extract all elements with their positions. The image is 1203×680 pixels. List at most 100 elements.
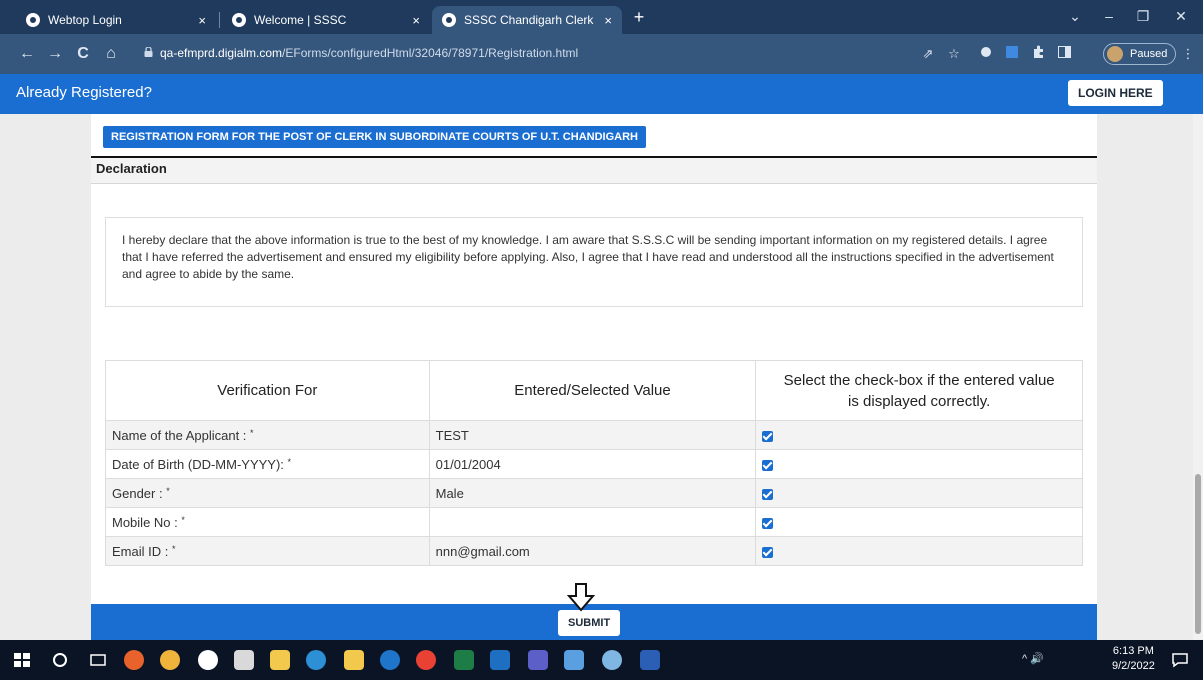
verify-checkbox[interactable] — [762, 459, 774, 471]
tab-title: Webtop Login — [48, 13, 122, 27]
minimize-button[interactable]: – — [1094, 4, 1124, 28]
verify-checkbox[interactable] — [762, 430, 774, 442]
field-label: Mobile No : — [112, 514, 178, 530]
scrollbar-thumb[interactable] — [1195, 474, 1201, 634]
browser-tab-strip: Webtop Login × Welcome | SSSC × SSSC Cha… — [0, 0, 1203, 34]
people-app-icon[interactable] — [160, 650, 180, 670]
side-panel-icon[interactable] — [1054, 45, 1074, 63]
required-marker: * — [166, 485, 170, 496]
verify-checkbox[interactable] — [762, 517, 774, 529]
close-tab-icon[interactable]: × — [198, 13, 206, 28]
paint-icon[interactable] — [602, 650, 622, 670]
row-checkbox-cell — [755, 478, 1083, 508]
required-marker: * — [287, 456, 292, 467]
browser-icon[interactable] — [198, 650, 218, 670]
verify-checkbox[interactable] — [762, 546, 774, 558]
teams-icon[interactable] — [528, 650, 548, 670]
word-icon[interactable] — [640, 650, 660, 670]
required-marker: * — [250, 427, 254, 438]
row-value: Male — [428, 478, 757, 508]
table-row: Mobile No : * — [105, 507, 1083, 537]
excel-icon[interactable] — [454, 650, 474, 670]
app-icon[interactable] — [306, 650, 326, 670]
row-value: 01/01/2004 — [428, 449, 757, 479]
row-label: Email ID : * — [105, 536, 430, 566]
field-label: Gender : — [112, 485, 163, 501]
profile-status: Paused — [1130, 48, 1168, 60]
menu-icon[interactable]: ⋮ — [1178, 45, 1198, 63]
verification-table: Verification For Entered/Selected Value … — [105, 360, 1083, 566]
url-field[interactable]: qa-efmprd.digialm.com/EForms/configuredH… — [160, 46, 578, 60]
row-label: Date of Birth (DD-MM-YYYY): * — [105, 449, 430, 479]
home-button[interactable]: ⌂ — [100, 43, 122, 65]
clock-time: 6:13 PM — [1112, 645, 1154, 657]
row-checkbox-cell — [755, 420, 1083, 450]
tab-webtop-login[interactable]: Webtop Login × — [16, 6, 216, 34]
table-row: Gender : * Male — [105, 478, 1083, 508]
login-here-button[interactable]: LOGIN HERE — [1068, 80, 1163, 106]
tab-welcome-sssc[interactable]: Welcome | SSSC × — [222, 6, 430, 34]
column-header: Verification For — [105, 360, 430, 421]
section-header: Declaration — [91, 156, 1097, 184]
firefox-icon[interactable] — [124, 650, 144, 670]
tab-search-icon[interactable]: ⌄ — [1060, 4, 1090, 28]
globe-icon — [26, 13, 40, 27]
forward-button[interactable]: → — [44, 43, 66, 65]
globe-icon — [442, 13, 456, 27]
edge-legacy-icon[interactable] — [380, 650, 400, 670]
column-header: Entered/Selected Value — [428, 360, 757, 421]
back-button[interactable]: ← — [16, 43, 38, 65]
lock-icon[interactable] — [144, 47, 153, 57]
table-row: Name of the Applicant : * TEST — [105, 420, 1083, 450]
system-tray[interactable]: ^ 🔊 — [1022, 652, 1044, 665]
submit-button[interactable]: SUBMIT — [558, 610, 621, 636]
profile-button[interactable]: Paused — [1103, 43, 1177, 65]
close-tab-icon[interactable]: × — [412, 13, 420, 28]
tab-title: SSSC Chandigarh Clerk 2022 — [464, 13, 596, 27]
restore-button[interactable]: ❐ — [1128, 4, 1158, 28]
outlook-icon[interactable] — [490, 650, 510, 670]
close-window-button[interactable]: ✕ — [1166, 4, 1196, 28]
field-label: Name of the Applicant : — [112, 427, 247, 443]
column-header: Select the check-box if the entered valu… — [755, 360, 1083, 421]
bookmark-star-icon[interactable]: ☆ — [944, 45, 964, 63]
store-icon[interactable] — [270, 650, 290, 670]
close-tab-icon[interactable]: × — [604, 13, 612, 28]
field-label: Email ID : — [112, 543, 169, 559]
already-registered-text: Already Registered? — [16, 84, 152, 101]
tab-title: Welcome | SSSC — [254, 13, 347, 27]
section-title: Declaration — [96, 161, 167, 176]
avatar — [1107, 46, 1123, 62]
login-strip: Already Registered? LOGIN HERE — [0, 74, 1203, 114]
notification-icon[interactable] — [1170, 650, 1190, 670]
page-viewport: Already Registered? LOGIN HERE REGISTRAT… — [0, 74, 1203, 640]
registration-card: REGISTRATION FORM FOR THE POST OF CLERK … — [91, 114, 1097, 640]
table-row: Email ID : * nnn@gmail.com — [105, 536, 1083, 566]
required-marker: * — [181, 514, 185, 525]
table-header-row: Verification For Entered/Selected Value … — [105, 360, 1083, 421]
clock[interactable]: 6:13 PM 9/2/2022 — [1112, 644, 1155, 674]
reload-button[interactable]: C — [72, 43, 94, 65]
row-label: Gender : * — [105, 478, 430, 508]
required-marker: * — [171, 543, 176, 554]
notes-app-icon[interactable] — [564, 650, 584, 670]
verify-checkbox[interactable] — [762, 488, 774, 500]
extension-grid-icon[interactable] — [1002, 45, 1022, 63]
globe-icon — [232, 13, 246, 27]
row-checkbox-cell — [755, 536, 1083, 566]
tab-sssc-clerk[interactable]: SSSC Chandigarh Clerk 2022 × — [432, 6, 622, 34]
extension-icon[interactable] — [976, 45, 996, 63]
chrome-icon[interactable] — [416, 650, 436, 670]
file-explorer-icon[interactable] — [344, 650, 364, 670]
row-label: Mobile No : * — [105, 507, 430, 537]
search-icon[interactable] — [50, 650, 70, 670]
row-value: TEST — [428, 420, 757, 450]
game-app-icon[interactable] — [234, 650, 254, 670]
share-icon[interactable]: ⇗ — [918, 45, 938, 63]
clock-date: 9/2/2022 — [1112, 660, 1155, 672]
task-view-icon[interactable] — [88, 650, 108, 670]
windows-start-icon[interactable] — [12, 650, 32, 670]
new-tab-button[interactable]: + — [627, 6, 651, 30]
extensions-puzzle-icon[interactable] — [1028, 45, 1048, 63]
url-host: qa-efmprd.digialm.com — [160, 46, 283, 60]
